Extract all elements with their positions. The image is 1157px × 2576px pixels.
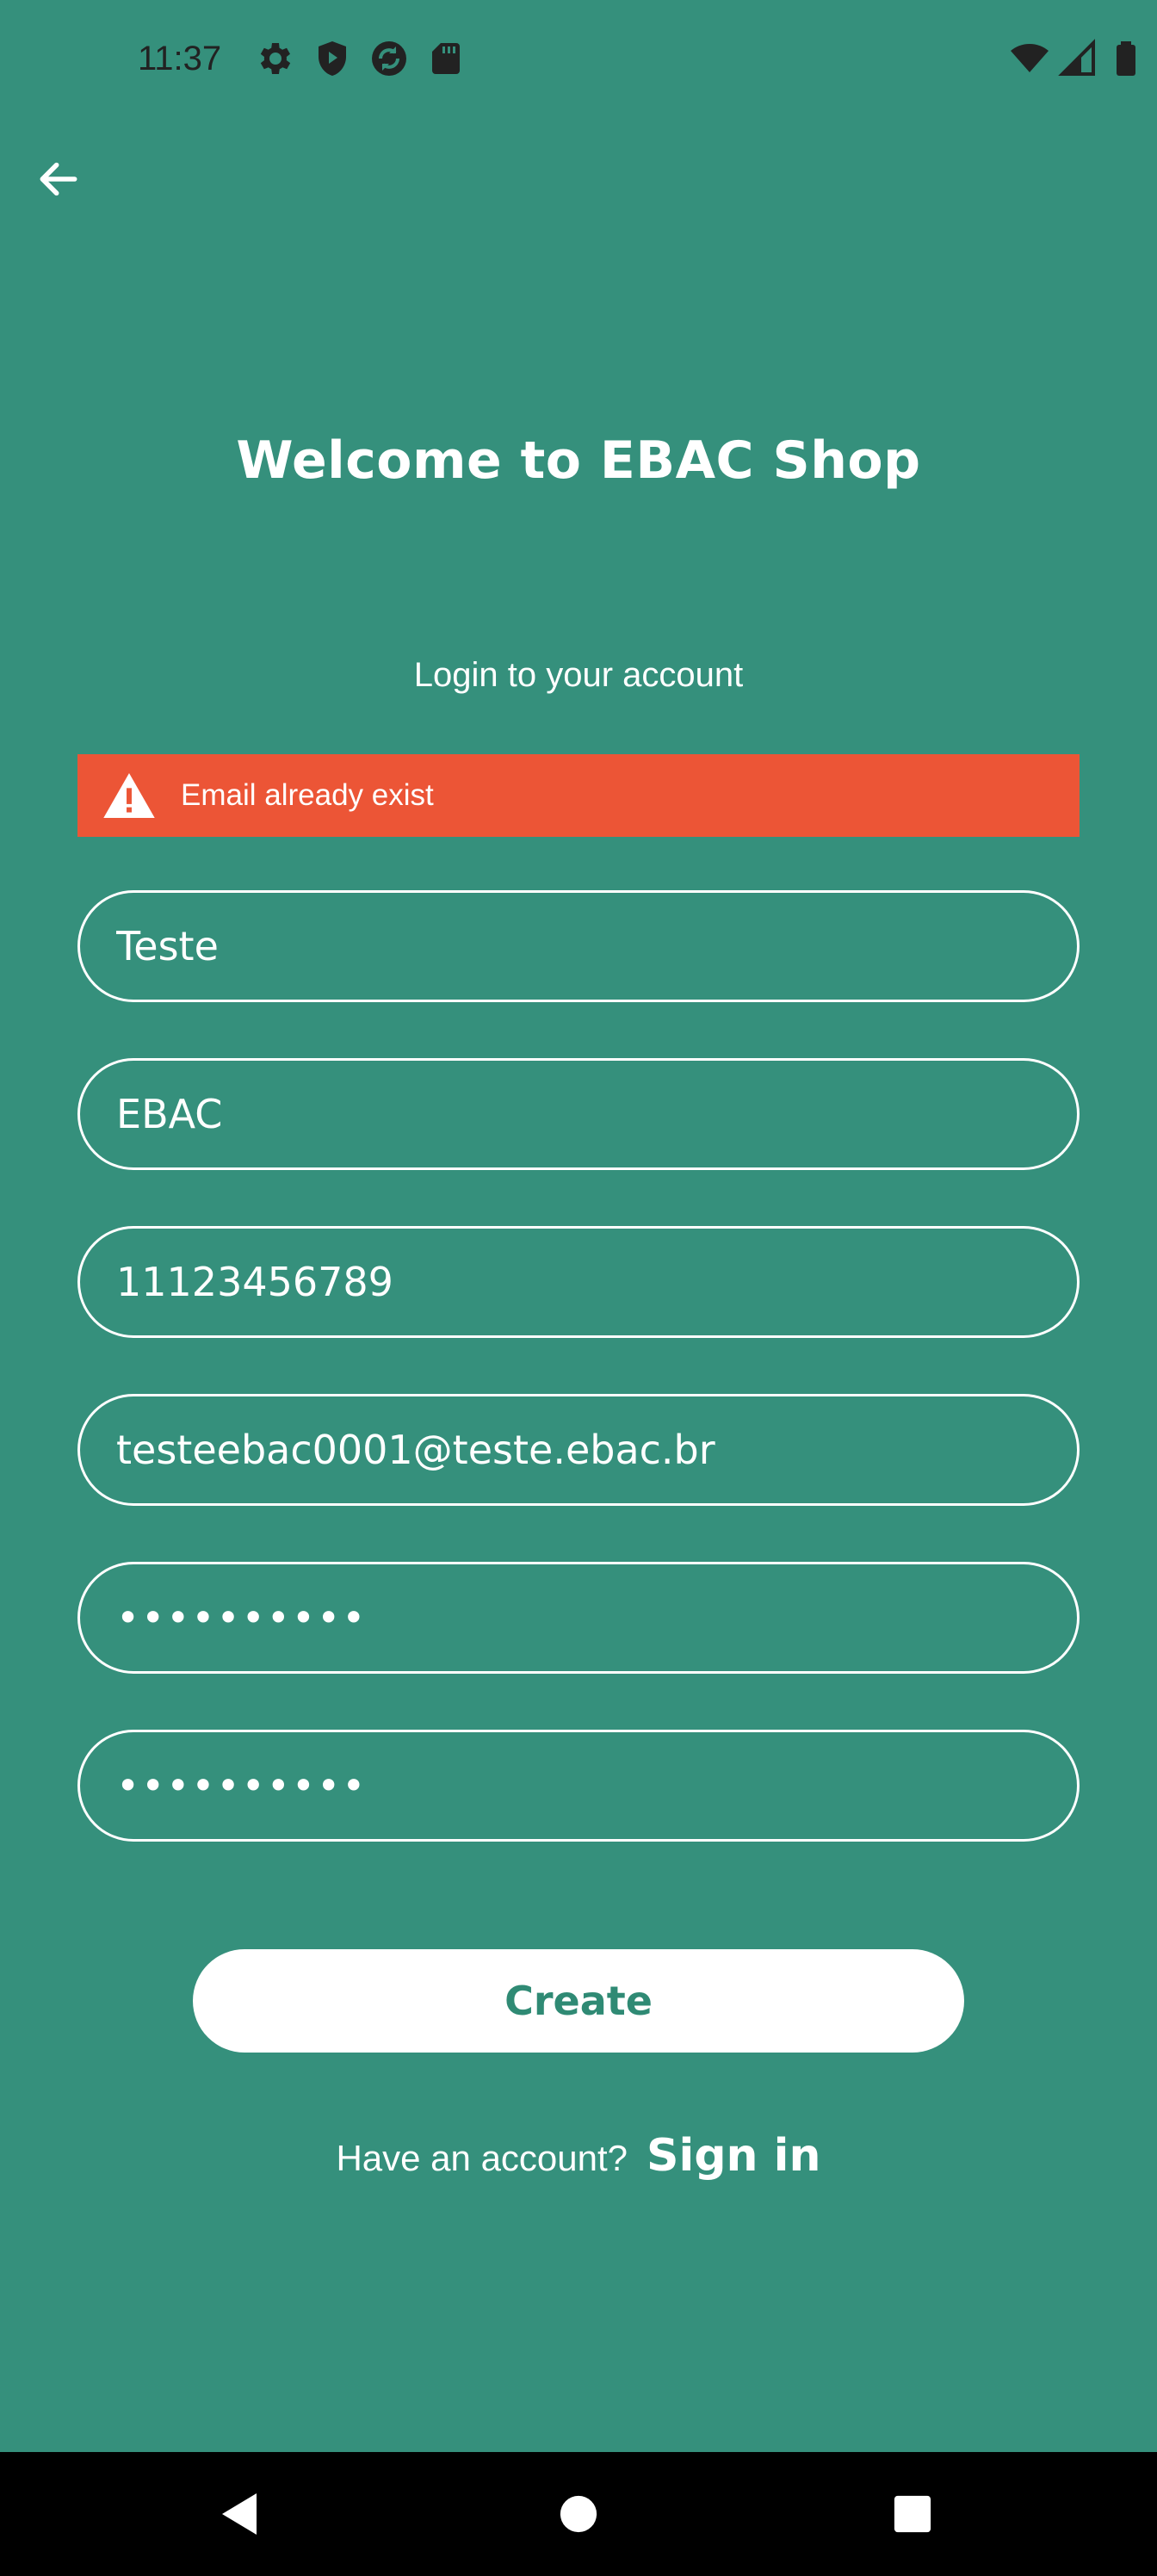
signin-row: Have an account? Sign in [0, 2130, 1157, 2182]
page-title: Welcome to EBAC Shop [236, 430, 921, 491]
password-field[interactable] [77, 1562, 1080, 1674]
signal-icon [1058, 39, 1095, 76]
phone-field[interactable] [77, 1226, 1080, 1338]
nav-home-button[interactable] [542, 2478, 615, 2550]
back-button[interactable] [24, 145, 93, 214]
last-name-field[interactable] [77, 1058, 1080, 1170]
have-account-text: Have an account? [336, 2138, 628, 2178]
error-message: Email already exist [181, 778, 434, 812]
sync-icon [372, 41, 406, 76]
page-subtitle: Login to your account [413, 656, 744, 694]
home-circle-icon [560, 2495, 597, 2533]
back-triangle-icon [222, 2493, 257, 2535]
sd-card-icon [432, 43, 460, 74]
email-field[interactable] [77, 1394, 1080, 1506]
nav-recents-button[interactable] [876, 2478, 949, 2550]
navigation-bar [0, 2452, 1157, 2576]
status-icons-right [1009, 38, 1147, 79]
nav-back-button[interactable] [203, 2478, 275, 2550]
first-name-field[interactable] [77, 890, 1080, 1002]
shield-icon [319, 41, 346, 76]
sign-in-link[interactable]: Sign in [647, 2130, 820, 2182]
create-button[interactable]: Create [193, 1949, 964, 2053]
signup-screen: 11:37 Welcome to EBAC Shop Login to your… [0, 0, 1157, 2576]
battery-icon [1117, 41, 1135, 76]
recents-square-icon [894, 2495, 931, 2533]
warning-icon [103, 773, 155, 818]
status-bar: 11:37 [0, 0, 1157, 117]
arrow-left-icon [40, 162, 77, 196]
wifi-icon [1011, 44, 1049, 72]
status-icons-left [255, 38, 467, 79]
settings-icon [260, 43, 291, 74]
confirm-password-field[interactable] [77, 1730, 1080, 1842]
status-time: 11:37 [138, 40, 222, 77]
error-banner: Email already exist [77, 754, 1080, 837]
